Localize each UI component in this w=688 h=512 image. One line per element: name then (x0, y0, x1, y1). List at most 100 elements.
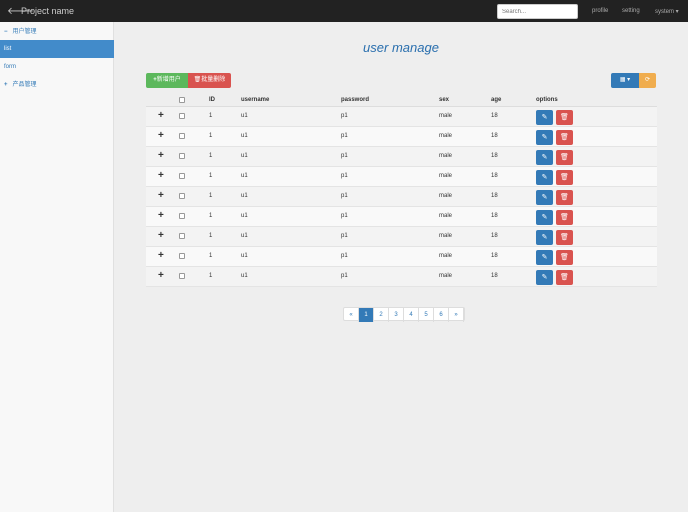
cell-sex: male (439, 213, 453, 219)
table-row: + 1 u1 p1 male 18 ✎ 🗑 (146, 147, 657, 167)
cell-id: 1 (209, 153, 213, 159)
edit-button[interactable]: ✎ (536, 270, 553, 285)
delete-button[interactable]: 🗑 (556, 130, 573, 145)
page-2[interactable]: 2 (374, 308, 389, 322)
next-page[interactable]: » (449, 308, 464, 322)
pencil-icon: ✎ (541, 154, 548, 161)
sidebar-group-user[interactable]: − 用户管理 (0, 23, 114, 41)
select-all-checkbox[interactable] (179, 97, 185, 103)
page-1[interactable]: 1 (359, 308, 374, 322)
delete-button[interactable]: 🗑 (556, 270, 573, 285)
brand[interactable]: Project name (21, 6, 74, 16)
expand-icon[interactable]: + (158, 150, 164, 161)
col-age[interactable]: age (491, 97, 501, 103)
table-row: + 1 u1 p1 male 18 ✎ 🗑 (146, 107, 657, 127)
expand-icon[interactable]: + (158, 170, 164, 181)
trash-icon: 🗑 (560, 114, 569, 121)
row-checkbox[interactable] (179, 113, 185, 119)
batch-delete-label: 批量删除 (201, 77, 226, 83)
delete-button[interactable]: 🗑 (556, 210, 573, 225)
cell-password: p1 (341, 193, 348, 199)
search-input[interactable] (497, 4, 578, 19)
row-checkbox[interactable] (179, 233, 185, 239)
batch-delete-button[interactable]: 🗑批量删除 (188, 73, 231, 88)
col-sex[interactable]: sex (439, 97, 449, 103)
page-5[interactable]: 5 (419, 308, 434, 322)
prev-page[interactable]: « (344, 308, 359, 322)
sidebar-item-form[interactable]: form (0, 58, 114, 76)
navbar: 🡐 Project name profile setting system ▾ (0, 0, 688, 22)
delete-button[interactable]: 🗑 (556, 170, 573, 185)
pencil-icon: ✎ (541, 134, 548, 141)
page-6[interactable]: 6 (434, 308, 449, 322)
col-password[interactable]: password (341, 97, 369, 103)
cell-password: p1 (341, 113, 348, 119)
nav-system-dropdown[interactable]: system ▾ (655, 8, 679, 15)
col-username[interactable]: username (241, 97, 269, 103)
row-checkbox[interactable] (179, 213, 185, 219)
row-checkbox[interactable] (179, 273, 185, 279)
trash-icon: 🗑 (560, 234, 569, 241)
edit-button[interactable]: ✎ (536, 190, 553, 205)
expand-icon[interactable]: + (158, 130, 164, 141)
cell-age: 18 (491, 273, 498, 279)
cell-sex: male (439, 193, 453, 199)
cell-age: 18 (491, 213, 498, 219)
col-id[interactable]: ID (209, 97, 215, 103)
sidebar-item-list[interactable]: list (0, 40, 114, 58)
expand-icon[interactable]: + (158, 190, 164, 201)
nav-setting[interactable]: setting (622, 8, 640, 14)
expand-icon[interactable]: + (158, 210, 164, 221)
refresh-icon: ⟳ (644, 77, 651, 83)
trash-icon: 🗑 (560, 174, 569, 181)
grid-icon: ▦ ▾ (619, 77, 631, 83)
edit-button[interactable]: ✎ (536, 170, 553, 185)
pencil-icon: ✎ (541, 114, 548, 121)
cell-username: u1 (241, 213, 248, 219)
sidebar-group-product[interactable]: + 产品管理 (0, 76, 114, 94)
table-row: + 1 u1 p1 male 18 ✎ 🗑 (146, 207, 657, 227)
page-3[interactable]: 3 (389, 308, 404, 322)
cell-sex: male (439, 133, 453, 139)
trash-icon: 🗑 (560, 154, 569, 161)
page-4[interactable]: 4 (404, 308, 419, 322)
cell-username: u1 (241, 193, 248, 199)
add-user-button[interactable]: +新增用户 (146, 73, 188, 88)
cell-age: 18 (491, 173, 498, 179)
minus-icon: − (4, 29, 8, 35)
nav-profile[interactable]: profile (592, 8, 608, 14)
plus-icon: + (4, 82, 8, 88)
edit-button[interactable]: ✎ (536, 130, 553, 145)
row-checkbox[interactable] (179, 133, 185, 139)
edit-button[interactable]: ✎ (536, 230, 553, 245)
trash-icon: 🗑 (560, 194, 569, 201)
delete-button[interactable]: 🗑 (556, 250, 573, 265)
cell-password: p1 (341, 233, 348, 239)
cell-age: 18 (491, 253, 498, 259)
expand-icon[interactable]: + (158, 270, 164, 281)
edit-button[interactable]: ✎ (536, 110, 553, 125)
expand-icon[interactable]: + (158, 250, 164, 261)
row-checkbox[interactable] (179, 173, 185, 179)
row-checkbox[interactable] (179, 253, 185, 259)
cell-sex: male (439, 113, 453, 119)
row-checkbox[interactable] (179, 193, 185, 199)
expand-icon[interactable]: + (158, 110, 164, 121)
edit-button[interactable]: ✎ (536, 250, 553, 265)
delete-button[interactable]: 🗑 (556, 110, 573, 125)
row-checkbox[interactable] (179, 153, 185, 159)
expand-icon[interactable]: + (158, 230, 164, 241)
pencil-icon: ✎ (541, 274, 548, 281)
refresh-button[interactable]: ⟳ (639, 73, 656, 88)
columns-toggle-button[interactable]: ▦ ▾ (611, 73, 639, 88)
table-row: + 1 u1 p1 male 18 ✎ 🗑 (146, 127, 657, 147)
sidebar: − 用户管理 list form + 产品管理 (0, 22, 114, 512)
cell-password: p1 (341, 173, 348, 179)
edit-button[interactable]: ✎ (536, 150, 553, 165)
delete-button[interactable]: 🗑 (556, 230, 573, 245)
table-row: + 1 u1 p1 male 18 ✎ 🗑 (146, 267, 657, 287)
pencil-icon: ✎ (541, 174, 548, 181)
delete-button[interactable]: 🗑 (556, 150, 573, 165)
delete-button[interactable]: 🗑 (556, 190, 573, 205)
edit-button[interactable]: ✎ (536, 210, 553, 225)
